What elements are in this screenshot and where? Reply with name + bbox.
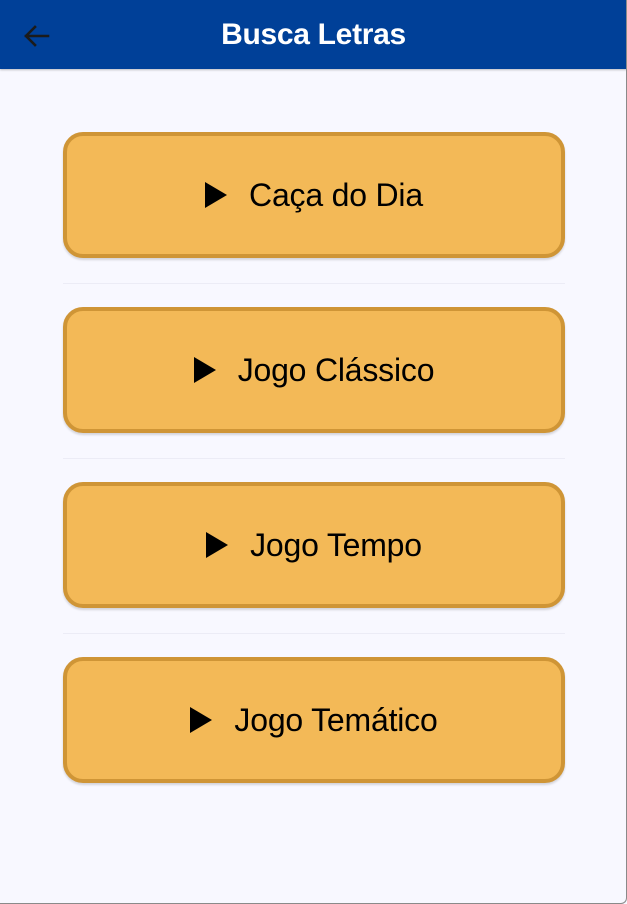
menu-divider <box>63 283 565 284</box>
button-content: Jogo Clássico <box>193 351 435 389</box>
menu-row-classic-game: Jogo Clássico <box>63 307 565 482</box>
menu-divider <box>63 633 565 634</box>
button-label: Caça do Dia <box>249 176 423 213</box>
menu-row-daily-hunt: Caça do Dia <box>63 132 565 307</box>
page-title: Busca Letras <box>221 18 406 51</box>
play-icon <box>205 182 228 208</box>
button-label: Jogo Clássico <box>237 351 435 388</box>
classic-game-button[interactable]: Jogo Clássico <box>63 307 565 433</box>
top-app-bar: Busca Letras <box>0 0 626 69</box>
button-content: Jogo Tempo <box>206 527 422 564</box>
play-icon <box>190 707 213 733</box>
button-label: Jogo Temático <box>234 701 438 738</box>
game-menu-screen: Busca Letras Caça do Dia Jogo Clássico J… <box>0 0 627 904</box>
thematic-game-button[interactable]: Jogo Temático <box>63 657 565 783</box>
play-icon <box>206 532 229 558</box>
daily-hunt-button[interactable]: Caça do Dia <box>63 132 565 258</box>
time-game-button[interactable]: Jogo Tempo <box>63 482 565 608</box>
play-icon <box>193 357 216 383</box>
menu-row-thematic-game: Jogo Temático <box>63 657 565 783</box>
button-content: Jogo Temático <box>190 701 438 739</box>
menu-divider <box>63 458 565 459</box>
menu-row-time-game: Jogo Tempo <box>63 482 565 657</box>
button-label: Jogo Tempo <box>250 526 422 563</box>
game-mode-list: Caça do Dia Jogo Clássico Jogo Tempo Jog… <box>63 132 565 783</box>
button-content: Caça do Dia <box>205 177 423 214</box>
